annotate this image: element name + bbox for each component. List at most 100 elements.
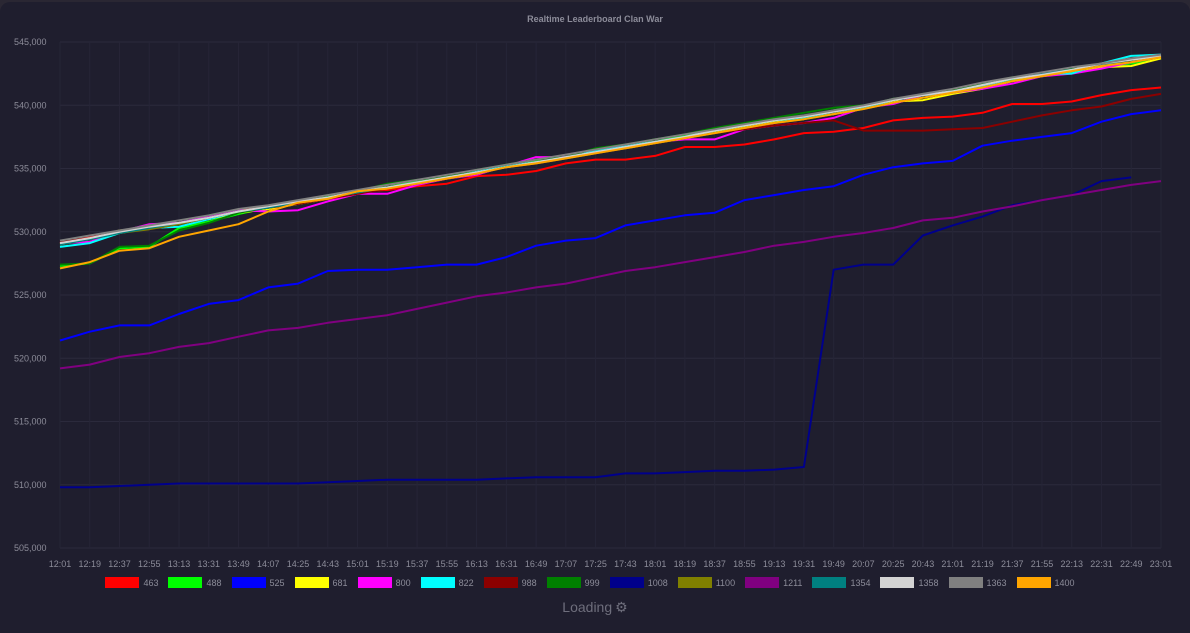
x-tick-label: 22:13 <box>1060 559 1083 569</box>
legend-label: 525 <box>269 577 285 588</box>
legend-item-1358[interactable]: 1358 <box>880 577 939 588</box>
legend-swatch <box>546 577 581 588</box>
x-tick-label: 12:19 <box>78 559 101 569</box>
legend-item-1354[interactable]: 1354 <box>812 577 870 588</box>
x-tick-label: 19:31 <box>793 559 816 569</box>
y-tick-label: 530,000 <box>14 227 47 237</box>
x-tick-label: 23:01 <box>1150 559 1173 569</box>
x-tick-label: 14:25 <box>287 559 310 569</box>
y-tick-label: 505,000 <box>14 543 47 553</box>
x-tick-label: 12:55 <box>138 559 161 569</box>
chart-legend: 463 488 525 681 800 822 988 999 1008 1100 1211 1354… <box>0 577 1190 588</box>
legend-item-1008[interactable]: 1008 <box>609 577 668 588</box>
legend-swatch <box>812 577 847 588</box>
x-tick-label: 12:01 <box>49 559 72 569</box>
legend-item-988[interactable]: 988 <box>483 577 537 588</box>
legend-swatch <box>609 577 644 588</box>
legend-label: 681 <box>332 577 348 588</box>
legend-swatch <box>880 577 915 588</box>
legend-label: 800 <box>395 577 411 588</box>
x-tick-label: 21:19 <box>971 559 994 569</box>
y-tick-label: 535,000 <box>14 164 47 174</box>
legend-label: 999 <box>584 577 600 588</box>
x-tick-label: 18:55 <box>733 559 756 569</box>
legend-label: 988 <box>521 577 537 588</box>
loading-text: Loading <box>562 599 613 615</box>
legend-swatch <box>357 577 392 588</box>
legend-label: 1363 <box>986 577 1007 588</box>
x-tick-label: 17:43 <box>614 559 637 569</box>
legend-item-1100[interactable]: 1100 <box>677 577 736 588</box>
x-tick-label: 15:19 <box>376 559 399 569</box>
y-tick-label: 520,000 <box>14 353 47 363</box>
y-tick-label: 525,000 <box>14 290 47 300</box>
x-tick-label: 16:31 <box>495 559 518 569</box>
y-tick-label: 515,000 <box>14 417 47 427</box>
x-tick-label: 20:25 <box>882 559 905 569</box>
x-tick-label: 21:01 <box>941 559 964 569</box>
series-line-1400 <box>59 56 1162 270</box>
x-tick-label: 17:07 <box>555 559 578 569</box>
legend-label: 488 <box>206 577 222 588</box>
y-axis-tick-labels: 505,000 510,000 515,000 520,000 525,000 530,0… <box>14 37 47 553</box>
legend-swatch <box>231 577 266 588</box>
legend-item-822[interactable]: 822 <box>420 577 474 588</box>
legend-swatch <box>677 577 712 588</box>
x-tick-label: 18:19 <box>674 559 697 569</box>
legend-item-463[interactable]: 463 <box>105 577 158 588</box>
y-tick-label: 545,000 <box>14 37 47 47</box>
legend-swatch <box>294 577 329 588</box>
y-tick-label: 510,000 <box>14 480 47 490</box>
legend-swatch <box>105 577 140 588</box>
legend-item-1211[interactable]: 1211 <box>745 577 802 588</box>
legend-label: 1211 <box>783 577 803 588</box>
x-axis-tick-labels: 12:01 12:19 12:37 12:55 13:13 13:31 13:49 14:07… <box>49 559 1173 569</box>
x-tick-label: 19:13 <box>763 559 786 569</box>
x-tick-label: 15:55 <box>436 559 459 569</box>
legend-swatch <box>948 577 983 588</box>
legend-item-800[interactable]: 800 <box>357 577 411 588</box>
legend-swatch <box>745 577 780 588</box>
line-chart: 505,000 510,000 515,000 520,000 525,000 530,0… <box>14 37 1173 569</box>
gridlines <box>59 41 1162 549</box>
series-line-463 <box>59 86 1162 245</box>
x-tick-label: 20:43 <box>912 559 935 569</box>
legend-label: 1400 <box>1054 577 1075 588</box>
legend-item-525[interactable]: 525 <box>231 577 285 588</box>
x-tick-label: 17:25 <box>584 559 607 569</box>
x-tick-label: 19:49 <box>822 559 845 569</box>
x-tick-label: 14:07 <box>257 559 280 569</box>
x-tick-label: 18:01 <box>644 559 667 569</box>
x-tick-label: 15:37 <box>406 559 429 569</box>
legend-item-1400[interactable]: 1400 <box>1016 577 1075 588</box>
x-tick-label: 14:43 <box>317 559 340 569</box>
legend-item-1363[interactable]: 1363 <box>948 577 1007 588</box>
x-tick-label: 13:31 <box>198 559 221 569</box>
x-tick-label: 13:49 <box>227 559 250 569</box>
series-lines <box>59 53 1162 489</box>
legend-item-488[interactable]: 488 <box>168 577 222 588</box>
series-line-988 <box>59 92 1162 243</box>
legend-swatch <box>1016 577 1051 588</box>
series-line-525 <box>59 109 1162 342</box>
series-line-1211 <box>59 180 1162 370</box>
y-tick-label: 540,000 <box>14 100 47 110</box>
legend-label: 822 <box>458 577 474 588</box>
loading-indicator: Loading ⚙ <box>0 599 1190 616</box>
x-tick-label: 12:37 <box>108 559 131 569</box>
legend-swatch <box>483 577 518 588</box>
legend-item-681[interactable]: 681 <box>294 577 348 588</box>
legend-label: 1358 <box>918 577 939 588</box>
legend-label: 1008 <box>647 577 668 588</box>
x-tick-label: 20:07 <box>852 559 875 569</box>
x-tick-label: 21:37 <box>1001 559 1024 569</box>
legend-label: 1354 <box>850 577 871 588</box>
legend-swatch <box>168 577 203 588</box>
x-tick-label: 22:49 <box>1120 559 1143 569</box>
x-tick-label: 16:13 <box>465 559 488 569</box>
x-tick-label: 21:55 <box>1031 559 1054 569</box>
x-tick-label: 18:37 <box>703 559 726 569</box>
legend-label: 1100 <box>715 577 736 588</box>
legend-item-999[interactable]: 999 <box>546 577 600 588</box>
x-tick-label: 15:01 <box>346 559 369 569</box>
